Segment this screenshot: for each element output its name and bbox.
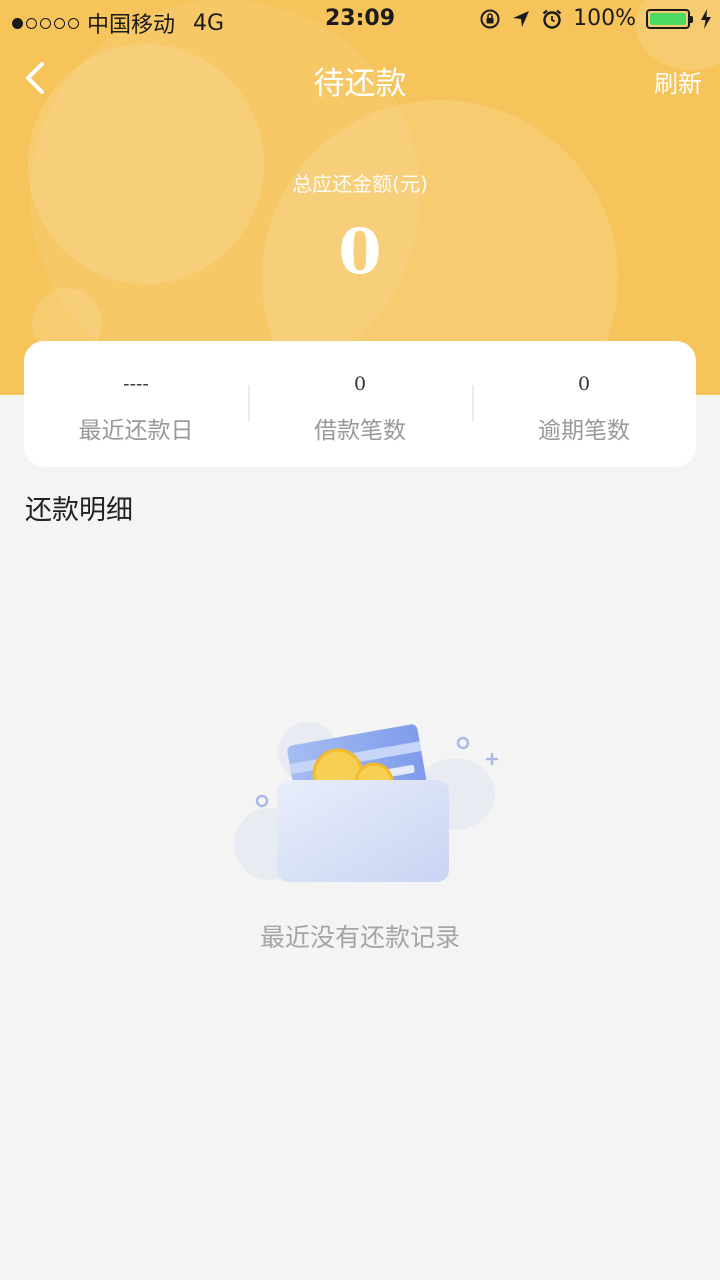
summary-overdue-count: 0 逾期笔数	[472, 341, 696, 467]
battery-icon	[646, 8, 693, 29]
summary-label: 逾期笔数	[538, 418, 630, 444]
summary-loan-count: 0 借款笔数	[248, 341, 472, 467]
summary-value: ----	[123, 373, 149, 395]
summary-recent-due-date: ---- 最近还款日	[24, 341, 248, 467]
refresh-button[interactable]: 刷新	[654, 64, 702, 99]
orientation-lock-icon	[480, 9, 500, 28]
location-arrow-icon	[513, 10, 530, 27]
total-amount-value: 0	[338, 215, 382, 288]
alarm-icon	[542, 9, 562, 29]
summary-label: 最近还款日	[78, 418, 194, 444]
empty-state-message: 最近没有还款记录	[259, 923, 460, 952]
summary-value: 0	[353, 373, 367, 395]
status-bar: 中国移动 4G 23:09 100%	[0, 0, 720, 40]
total-amount-label: 总应还金额(元)	[292, 172, 428, 196]
charging-bolt-icon	[701, 8, 711, 29]
section-title-repayment-details: 还款明细	[25, 495, 133, 526]
battery-percent: 100%	[573, 6, 636, 31]
page-title: 待还款	[313, 66, 407, 102]
summary-value: 0	[577, 373, 591, 395]
header-banner: 中国移动 4G 23:09 100% 待还款 刷新 总应还金额(元) 0	[0, 0, 720, 395]
nav-bar: 待还款 刷新	[0, 48, 720, 108]
summary-card: ---- 最近还款日 0 借款笔数 0 逾期笔数	[24, 341, 696, 467]
wallet-empty-icon	[234, 722, 498, 882]
summary-label: 借款笔数	[314, 418, 406, 444]
